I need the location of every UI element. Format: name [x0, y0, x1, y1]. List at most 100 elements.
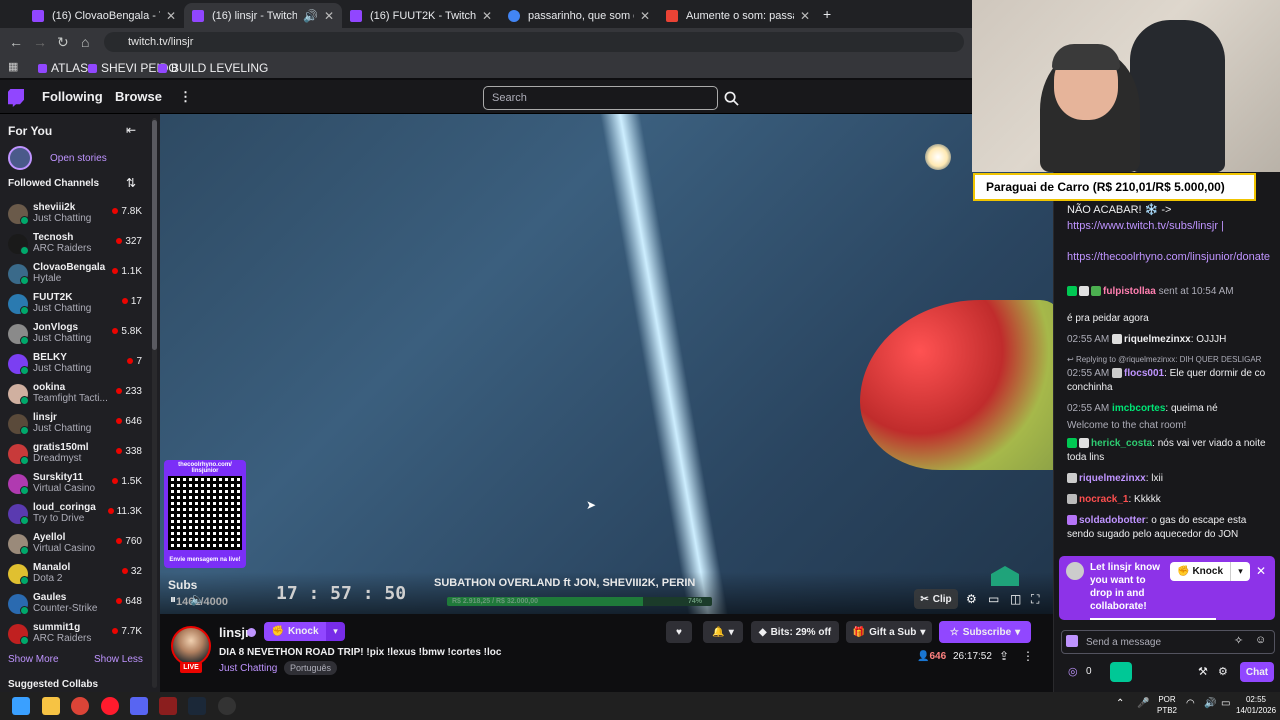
pause-icon[interactable]: ⏸: [170, 592, 176, 607]
chat-username[interactable]: soldadobotter: [1079, 515, 1146, 526]
chat-username[interactable]: riquelmezinxx: [1079, 473, 1146, 484]
sidebar-channel-item[interactable]: Tecnosh ARC Raiders 327: [0, 230, 150, 260]
close-icon[interactable]: ✕: [482, 9, 492, 23]
emote-icon[interactable]: ☺: [1255, 634, 1266, 646]
battery-icon[interactable]: ▭: [1221, 698, 1230, 709]
sparkle-icon[interactable]: ✧: [1234, 634, 1243, 647]
language-tag[interactable]: Português: [284, 661, 338, 675]
taskbar-clock[interactable]: 02:55 14/01/2026: [1236, 694, 1276, 716]
sidebar-channel-item[interactable]: JonVlogs Just Chatting 5.8K: [0, 320, 150, 350]
sidebar-toggle-icon[interactable]: ◫: [1010, 592, 1021, 606]
clip-button[interactable]: ✂ Clip: [914, 589, 958, 609]
stories-avatar[interactable]: [8, 146, 32, 170]
points-bonus-icon[interactable]: [1110, 662, 1132, 682]
sidebar-scroll-thumb[interactable]: [152, 120, 157, 350]
sidebar-channel-item[interactable]: loud_coringa Try to Drive 11.3K: [0, 500, 150, 530]
follow-heart-button[interactable]: ♥: [666, 621, 692, 643]
close-icon[interactable]: ✕: [166, 9, 176, 23]
browser-tab[interactable]: (16) ClovaoBengala - Twitch ✕: [24, 3, 184, 28]
collapse-sidebar-icon[interactable]: ⇤: [126, 123, 136, 137]
mic-icon[interactable]: 🎤: [1137, 698, 1149, 709]
knock-button[interactable]: ✊ Knock: [264, 622, 326, 641]
subs-link[interactable]: https://www.twitch.tv/subs/linsjr |: [1067, 220, 1224, 232]
app-icon[interactable]: [218, 697, 236, 715]
chat-send-button[interactable]: Chat: [1240, 662, 1274, 682]
sidebar-channel-item[interactable]: summit1g ARC Raiders 7.7K: [0, 620, 150, 650]
sidebar-channel-item[interactable]: Ayellol Virtual Casino 760: [0, 530, 150, 560]
apps-icon[interactable]: ▦: [8, 60, 18, 73]
chat-username[interactable]: nocrack_1: [1079, 494, 1128, 505]
close-icon[interactable]: ✕: [640, 9, 650, 23]
language-indicator[interactable]: POR PTB2: [1157, 694, 1177, 716]
sidebar-channel-item[interactable]: Manalol Dota 2 32: [0, 560, 150, 590]
close-icon[interactable]: ✕: [1256, 564, 1266, 578]
sidebar-channel-item[interactable]: Gaules Counter-Strike 648: [0, 590, 150, 620]
channel-avatar[interactable]: [171, 626, 211, 666]
chat-username[interactable]: riquelmezinxx: [1124, 334, 1191, 345]
more-options-icon[interactable]: ⋮: [1022, 649, 1034, 663]
settings-icon[interactable]: ⚙: [966, 592, 977, 606]
close-icon[interactable]: ✕: [800, 9, 810, 23]
close-icon[interactable]: ✕: [324, 9, 334, 23]
stream-category-link[interactable]: Just Chatting: [219, 663, 277, 674]
chrome-icon[interactable]: [71, 697, 89, 715]
hype-icon[interactable]: ⚒: [1198, 665, 1208, 678]
notifications-button[interactable]: 🔔 ▾: [703, 621, 743, 643]
nav-browse[interactable]: Browse: [115, 89, 162, 104]
chat-username[interactable]: flocs001: [1124, 368, 1164, 379]
chat-username[interactable]: herick_costa: [1091, 438, 1152, 449]
browser-tab[interactable]: passarinho, que som é esse - G ✕: [500, 3, 658, 28]
channel-name[interactable]: linsjr: [219, 625, 250, 640]
url-field[interactable]: twitch.tv/linsjr: [104, 32, 964, 52]
channel-points-icon[interactable]: ◎: [1068, 665, 1078, 678]
knock-card-dropdown[interactable]: ▾: [1230, 562, 1250, 581]
more-icon[interactable]: ⋮: [179, 89, 192, 105]
chat-link[interactable]: https://thecoolrhyno.com/linsjunior/dona…: [1067, 249, 1270, 265]
browser-tab[interactable]: (16) FUUT2K - Twitch ✕: [342, 3, 500, 28]
chat-link[interactable]: https://www.twitch.tv/subs/linsjr |: [1067, 218, 1270, 234]
chat-username[interactable]: imcbcortes: [1112, 403, 1165, 414]
steam-icon[interactable]: [188, 697, 206, 715]
chat-badge-icon[interactable]: [1066, 635, 1078, 647]
donate-link[interactable]: https://thecoolrhyno.com/linsjunior/dona…: [1067, 251, 1270, 263]
show-less-link[interactable]: Show Less: [94, 654, 143, 665]
file-explorer-icon[interactable]: [42, 697, 60, 715]
bits-button[interactable]: ◆ Bits: 29% off: [751, 621, 839, 643]
show-more-link[interactable]: Show More: [8, 654, 59, 665]
nav-following[interactable]: Following: [42, 89, 103, 104]
sidebar-channel-item[interactable]: Surskity11 Virtual Casino 1.5K: [0, 470, 150, 500]
app-icon[interactable]: [159, 697, 177, 715]
fullscreen-icon[interactable]: ⛶: [1031, 592, 1039, 607]
open-stories-link[interactable]: Open stories: [50, 153, 107, 164]
new-tab-icon[interactable]: +: [823, 6, 831, 22]
back-icon[interactable]: ←: [9, 34, 23, 50]
share-icon[interactable]: ⇪: [999, 649, 1009, 663]
volume-icon[interactable]: 🔈: [190, 592, 205, 606]
home-icon[interactable]: ⌂: [81, 34, 89, 50]
chat-username[interactable]: fulpistollaa: [1103, 286, 1156, 297]
knock-dropdown[interactable]: ▾: [326, 622, 345, 641]
speaker-icon[interactable]: 🔊: [303, 9, 318, 23]
sidebar-channel-item[interactable]: linsjr Just Chatting 646: [0, 410, 150, 440]
knock-card-button[interactable]: ✊ Knock: [1170, 562, 1230, 581]
bookmark-atlas[interactable]: ATLAS: [38, 61, 88, 75]
sidebar-channel-item[interactable]: ClovaoBengala Hytale 1.1K: [0, 260, 150, 290]
volume-icon[interactable]: 🔊: [1204, 698, 1216, 709]
bookmark-build-leveling[interactable]: BUILD LEVELING: [158, 61, 268, 75]
tray-chevron-icon[interactable]: ⌃: [1116, 698, 1124, 709]
sidebar-channel-item[interactable]: FUUT2K Just Chatting 17: [0, 290, 150, 320]
wifi-icon[interactable]: ◠: [1186, 698, 1195, 709]
search-input[interactable]: Search: [483, 86, 718, 110]
reload-icon[interactable]: ↻: [57, 34, 69, 51]
forward-icon[interactable]: →: [33, 34, 47, 50]
sidebar-channel-item[interactable]: ookina Teamfight Tacti... 233: [0, 380, 150, 410]
chat-settings-icon[interactable]: ⚙: [1218, 665, 1228, 678]
sidebar-channel-item[interactable]: gratis150ml Dreadmyst 338: [0, 440, 150, 470]
sidebar-channel-item[interactable]: BELKY Just Chatting 7: [0, 350, 150, 380]
theatre-mode-icon[interactable]: ▭: [988, 592, 999, 606]
sidebar-channel-item[interactable]: sheviii2k Just Chatting 7.8K: [0, 200, 150, 230]
browser-tab[interactable]: Aumente o som: passarinho qu ✕: [658, 3, 818, 28]
subscribe-button[interactable]: ☆ Subscribe ▾: [939, 621, 1031, 643]
browser-tab-active[interactable]: (16) linsjr - Twitch 🔊 ✕: [184, 3, 342, 28]
opera-icon[interactable]: [101, 697, 119, 715]
